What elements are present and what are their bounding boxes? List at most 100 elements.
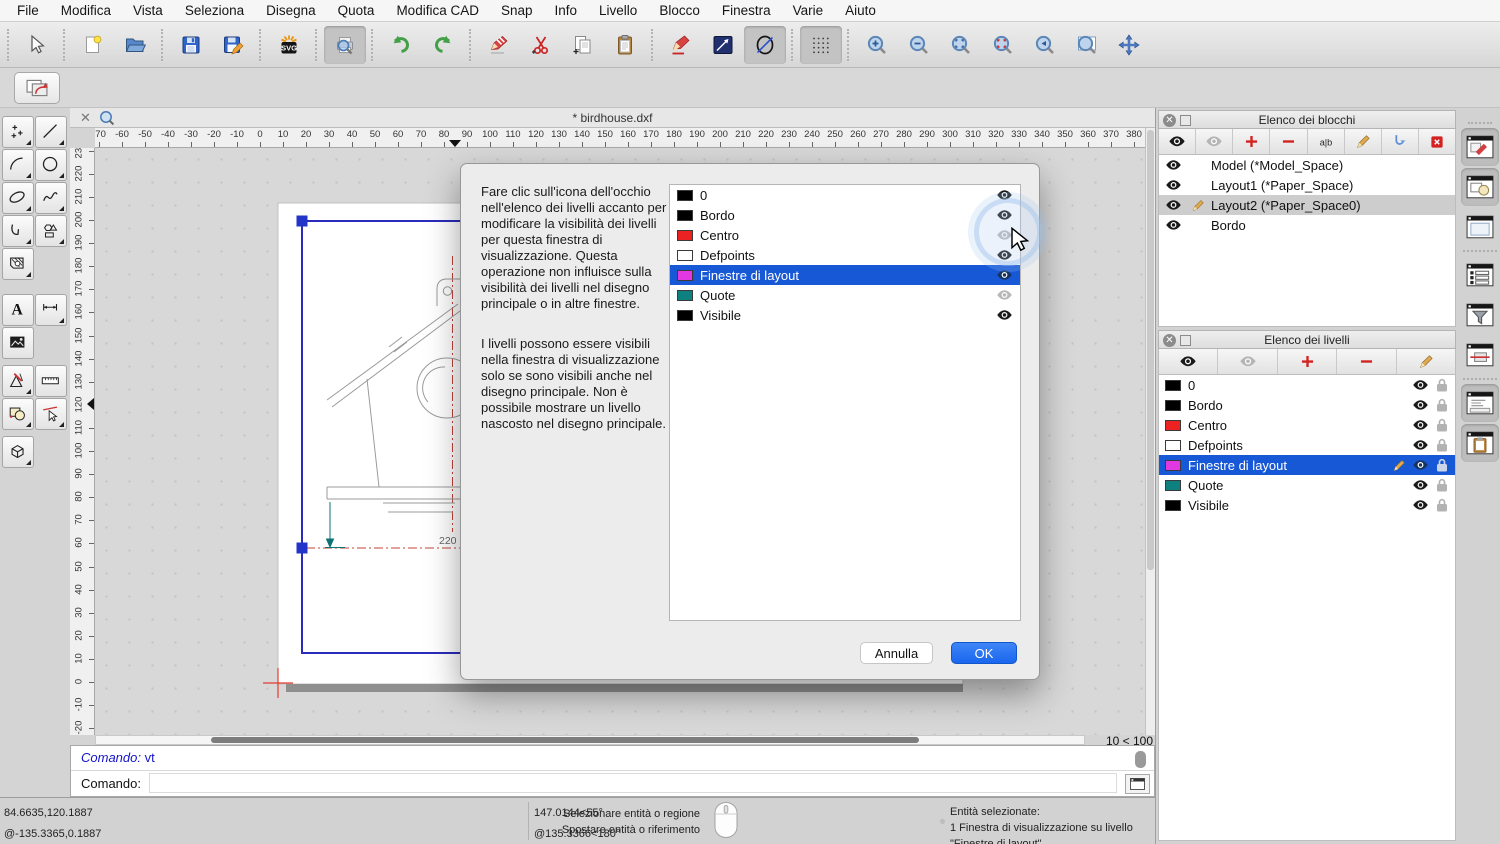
layer-lock-icon[interactable] [1436,458,1448,472]
toolbar-delete-entity-button[interactable] [478,26,520,64]
horizontal-scrollbar[interactable] [95,735,1085,745]
panel-tab-viewport[interactable] [1461,208,1499,246]
block-row-model-model-space-[interactable]: Model (*Model_Space) [1159,155,1455,175]
toolbar-redo-button[interactable] [422,26,464,64]
layer-lock-icon[interactable] [1436,478,1448,492]
layer-lock-icon[interactable] [1436,378,1448,392]
panel-tab-command-line[interactable] [1461,384,1499,422]
layer-lock-icon[interactable] [1436,438,1448,452]
layer-visibility-eye-icon[interactable] [1412,419,1429,431]
dialog-layer-row-defpoints[interactable]: Defpoints [670,245,1020,265]
panel-tab-selection-filter[interactable] [1461,336,1499,374]
layer-visibility-eye-icon[interactable] [1412,379,1429,391]
menu-quota[interactable]: Quota [327,3,386,18]
tool-text[interactable]: A [2,294,34,326]
tool-hatch[interactable] [2,248,34,280]
dialog-layer-row-0[interactable]: 0 [670,185,1020,205]
toolbar-zoom-out-button[interactable] [898,26,940,64]
tool-circle[interactable] [35,149,67,181]
menu-vista[interactable]: Vista [122,3,174,18]
layers-toolbar-add-button[interactable] [1278,349,1337,374]
layer-row-visibile[interactable]: Visibile [1159,495,1455,515]
menu-seleziona[interactable]: Seleziona [174,3,255,18]
dialog-layer-row-centro[interactable]: Centro [670,225,1020,245]
block-visibility-eye-icon[interactable] [1165,159,1191,171]
layers-toolbar-remove-button[interactable] [1337,349,1396,374]
toolbar-open-file-button[interactable] [114,26,156,64]
toolbar-line-tool-button[interactable] [702,26,744,64]
toolbar-undo-button[interactable] [380,26,422,64]
layer-row-quote[interactable]: Quote [1159,475,1455,495]
viewport-handle[interactable] [297,216,308,227]
layer-visibility-eye-icon[interactable] [1412,479,1429,491]
layer-visibility-eye-icon[interactable] [996,269,1013,281]
blocks-toolbar-insert-button[interactable] [1382,129,1419,154]
toolbar-copy-entity-button[interactable] [562,26,604,64]
menu-livello[interactable]: Livello [588,3,648,18]
command-input[interactable] [149,773,1117,793]
block-row-layout1-paper-space-[interactable]: Layout1 (*Paper_Space) [1159,175,1455,195]
toolbar-ellipse-slash-tool-button[interactable] [744,26,786,64]
tool-boolean[interactable] [2,398,34,430]
menu-blocco[interactable]: Blocco [648,3,711,18]
vertical-scrollbar-thumb[interactable] [1147,130,1154,570]
layer-visibility-eye-icon[interactable] [1412,499,1429,511]
toolbar-pan-button[interactable] [1108,26,1150,64]
block-row-bordo[interactable]: Bordo [1159,215,1455,235]
toolbar-cut-entity-button[interactable] [520,26,562,64]
dialog-layer-row-quote[interactable]: Quote [670,285,1020,305]
menu-info[interactable]: Info [544,3,589,18]
layers-toolbar-edit-button[interactable] [1397,349,1455,374]
blocks-toolbar-edit-button[interactable] [1345,129,1382,154]
dialog-layer-row-finestre-di-layout[interactable]: Finestre di layout [670,265,1020,285]
tool-polyline[interactable] [2,215,34,247]
layers-toolbar-eye-on-button[interactable] [1159,349,1218,374]
tool-measure[interactable] [35,365,67,397]
toolbar-new-file-button[interactable] [72,26,114,64]
toolbar-draw-pencil-button[interactable] [660,26,702,64]
block-visibility-eye-icon[interactable] [1165,179,1191,191]
tool-points[interactable] [2,116,34,148]
ok-button[interactable]: OK [951,642,1017,664]
layer-lock-icon[interactable] [1436,398,1448,412]
toolbar-grid-toggle-button[interactable] [800,26,842,64]
menu-varie[interactable]: Varie [782,3,835,18]
toolbar-zoom-auto-button[interactable] [940,26,982,64]
blocks-toolbar-purge-button[interactable] [1419,129,1455,154]
layer-visibility-eye-icon[interactable] [996,189,1013,201]
toolbar-zoom-window-button[interactable] [1066,26,1108,64]
blocks-toolbar-rename-button[interactable]: a|b [1308,129,1345,154]
layer-row-0[interactable]: 0 [1159,375,1455,395]
blocks-toolbar-eye-off-button[interactable] [1196,129,1233,154]
panel-tab-clipboard[interactable] [1461,424,1499,462]
viewport-handle[interactable] [297,543,308,554]
menu-modifica-cad[interactable]: Modifica CAD [385,3,490,18]
tool-select[interactable] [35,398,67,430]
float-panel-icon[interactable] [1180,115,1191,126]
tool-arc[interactable] [2,149,34,181]
command-history-scrollbar[interactable] [1135,751,1146,768]
layer-lock-icon[interactable] [1436,498,1448,512]
layer-visibility-eye-icon[interactable] [996,309,1013,321]
toolbar-zoom-selection-button[interactable] [982,26,1024,64]
menu-aiuto[interactable]: Aiuto [834,3,887,18]
layer-lock-icon[interactable] [1436,418,1448,432]
float-panel-icon[interactable] [1180,335,1191,346]
toolbar-paste-entity-button[interactable] [604,26,646,64]
panel-tab-filter[interactable] [1461,296,1499,334]
layer-row-defpoints[interactable]: Defpoints [1159,435,1455,455]
menu-snap[interactable]: Snap [490,3,544,18]
block-row-layout2-paper-space0-[interactable]: Layout2 (*Paper_Space0) [1159,195,1455,215]
tool-box3d[interactable] [2,436,34,468]
tool-modify[interactable] [2,365,34,397]
tool-ellipse[interactable] [2,182,34,214]
layer-visibility-eye-icon[interactable] [1412,439,1429,451]
toolbar-zoom-previous-button[interactable] [1024,26,1066,64]
layer-row-finestre-di-layout[interactable]: Finestre di layout [1159,455,1455,475]
layers-toolbar-eye-off-button[interactable] [1218,349,1277,374]
tool-image[interactable] [2,327,34,359]
toolbar-save-as-file-button[interactable] [212,26,254,64]
panel-tab-properties[interactable] [1461,256,1499,294]
layer-row-bordo[interactable]: Bordo [1159,395,1455,415]
viewport-toolbar-button[interactable] [14,72,60,104]
